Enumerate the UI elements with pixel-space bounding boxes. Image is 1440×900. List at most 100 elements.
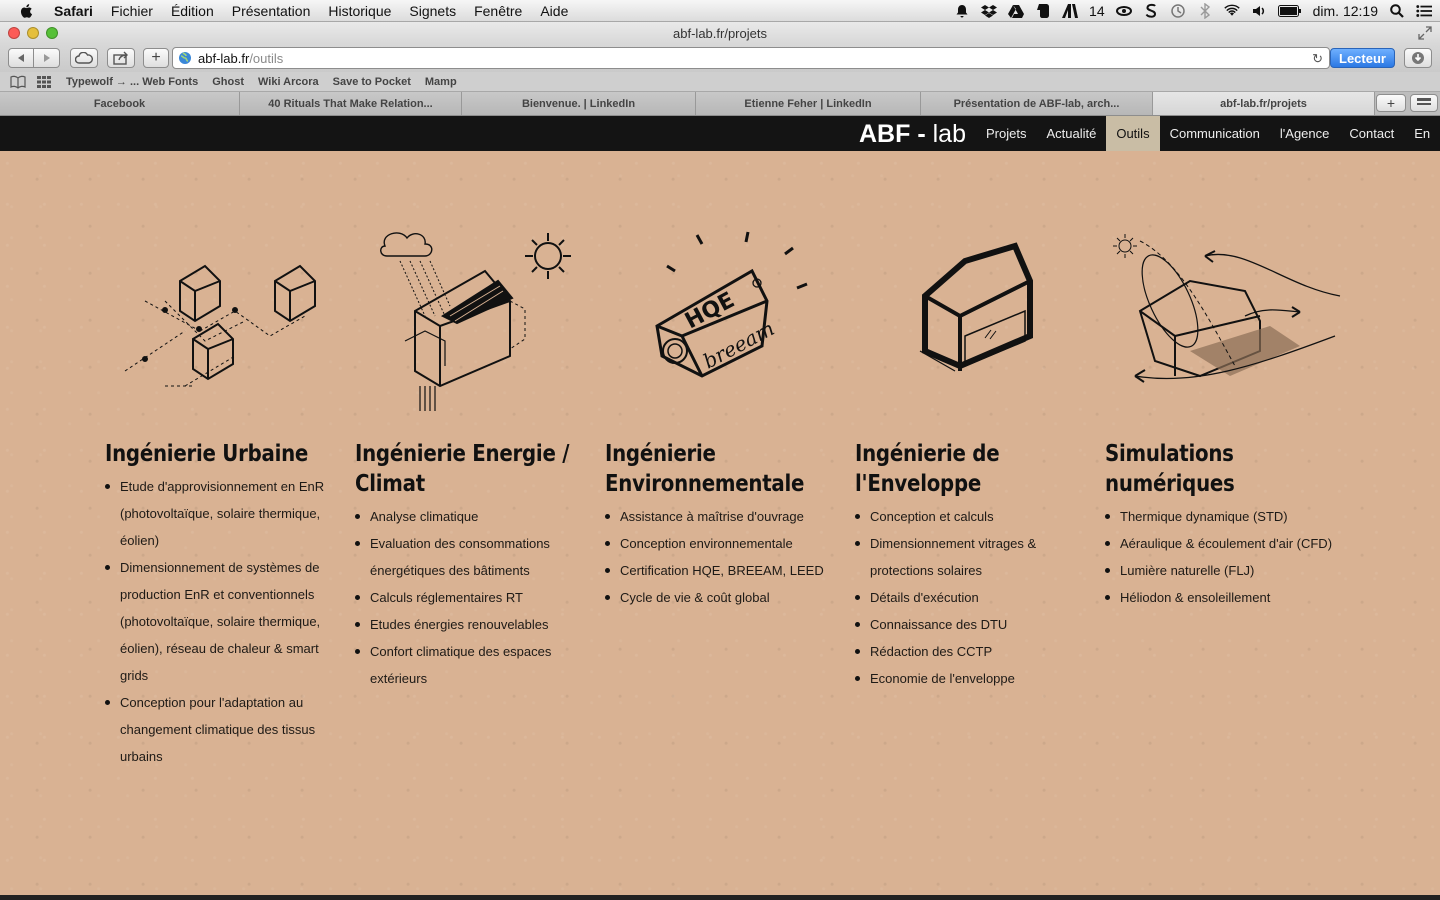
window-bottom-edge — [0, 895, 1440, 900]
nav-projets[interactable]: Projets — [976, 116, 1036, 151]
list-item: Calculs réglementaires RT — [355, 584, 595, 611]
time-machine-icon[interactable] — [1170, 3, 1186, 19]
list-item: Détails d'exécution — [855, 584, 1095, 611]
bluetooth-icon[interactable] — [1197, 3, 1213, 19]
list-item: Evaluation des consommations énergétique… — [355, 530, 595, 584]
menu-presentation[interactable]: Présentation — [232, 3, 311, 19]
add-tab-button[interactable]: + — [1376, 94, 1406, 112]
bookmark-typewolf[interactable]: Typewolf → ... Web Fonts — [66, 76, 198, 88]
menubar-clock[interactable]: dim. 12:19 — [1313, 3, 1378, 19]
back-forward-group — [8, 48, 60, 68]
new-tab-button[interactable]: + — [143, 48, 169, 68]
window-controls — [8, 27, 58, 39]
list-item: Analyse climatique — [355, 503, 595, 530]
bookmark-wiki-arcora[interactable]: Wiki Arcora — [258, 76, 319, 88]
battery-icon[interactable] — [1277, 3, 1302, 19]
tab-facebook[interactable]: Facebook — [0, 92, 240, 115]
menu-fenetre[interactable]: Fenêtre — [474, 3, 522, 19]
list-item: Conception environnementale — [605, 530, 845, 557]
reader-button[interactable]: Lecteur — [1330, 48, 1395, 68]
column-title: Ingénierie Energie / Climat — [355, 441, 570, 497]
tab-40-rituals[interactable]: 40 Rituals That Make Relation... — [240, 92, 462, 115]
minimize-window-button[interactable] — [27, 27, 39, 39]
bookmarks-book-icon[interactable] — [10, 75, 26, 89]
forward-button[interactable] — [34, 48, 60, 68]
window-titlebar: abf-lab.fr/projets — [0, 22, 1440, 44]
list-item: Dimensionnement vitrages & protections s… — [855, 530, 1095, 584]
menu-edition[interactable]: Édition — [171, 3, 214, 19]
adobe-updates-icon[interactable] — [1062, 3, 1079, 19]
outils-content: Ingénierie Urbaine Etude d'approvisionne… — [0, 151, 1440, 900]
logo-light-text: lab — [932, 120, 966, 148]
menu-signets[interactable]: Signets — [409, 3, 456, 19]
share-icon — [113, 51, 128, 65]
back-arrow-icon — [18, 54, 24, 62]
nav-outils[interactable]: Outils — [1106, 116, 1160, 151]
download-icon — [1412, 52, 1424, 64]
url-path: /outils — [249, 50, 284, 66]
bookmark-ghost[interactable]: Ghost — [212, 76, 244, 88]
apple-logo-icon[interactable] — [18, 2, 36, 20]
service-list: Conception et calculs Dimensionnement vi… — [855, 503, 1095, 692]
tab-linkedin-bienvenue[interactable]: Bienvenue. | LinkedIn — [462, 92, 696, 115]
tab-linkedin-etienne[interactable]: Etienne Feher | LinkedIn — [696, 92, 921, 115]
bookmark-mamp[interactable]: Mamp — [425, 76, 457, 88]
nav-actualite[interactable]: Actualité — [1036, 116, 1106, 151]
fullscreen-icon[interactable] — [1418, 26, 1432, 40]
address-bar[interactable]: abf-lab.fr/outils ↻ — [172, 47, 1330, 69]
list-item: Assistance à maîtrise d'ouvrage — [605, 503, 845, 530]
menu-aide[interactable]: Aide — [540, 3, 568, 19]
service-list: Analyse climatique Evaluation des consom… — [355, 503, 595, 692]
zoom-window-button[interactable] — [46, 27, 58, 39]
wifi-icon[interactable] — [1223, 3, 1240, 19]
column-title: Ingénierie Urbaine — [105, 441, 309, 467]
menu-historique[interactable]: Historique — [328, 3, 391, 19]
menu-app-name[interactable]: Safari — [54, 3, 93, 19]
plus-icon: + — [1386, 95, 1396, 111]
nav-language-en[interactable]: En — [1404, 116, 1440, 151]
list-item: Rédaction des CCTP — [855, 638, 1095, 665]
list-item: Connaissance des DTU — [855, 611, 1095, 638]
close-window-button[interactable] — [8, 27, 20, 39]
top-sites-grid-icon[interactable] — [36, 75, 52, 89]
bookmark-save-to-pocket[interactable]: Save to Pocket — [333, 76, 411, 88]
dropbox-icon[interactable] — [981, 3, 998, 19]
downloads-button[interactable] — [1404, 48, 1432, 68]
tab-overview-button[interactable] — [1410, 94, 1438, 112]
nav-agence[interactable]: l'Agence — [1270, 116, 1339, 151]
list-item: Thermique dynamique (STD) — [1105, 503, 1345, 530]
list-item: Héliodon & ensoleillement — [1105, 584, 1345, 611]
plus-icon: + — [151, 49, 161, 66]
share-button[interactable] — [107, 48, 135, 68]
macos-menubar: Safari Fichier Édition Présentation Hist… — [0, 0, 1440, 22]
simulation-house-icon — [1113, 234, 1341, 383]
notification-bell-icon[interactable] — [954, 3, 970, 19]
network-activity-icon[interactable] — [1115, 3, 1132, 19]
service-list: Etude d'approvisionnement en EnR (photov… — [105, 473, 345, 770]
notification-center-icon[interactable] — [1416, 3, 1432, 19]
tab-presentation-abf[interactable]: Présentation de ABF-lab, arch... — [921, 92, 1153, 115]
back-button[interactable] — [8, 48, 34, 68]
site-logo[interactable]: ABF - lab — [859, 120, 966, 149]
skype-s-icon[interactable] — [1143, 3, 1159, 19]
site-nav-links: Projets Actualité Outils Communication l… — [976, 116, 1440, 151]
google-drive-icon[interactable] — [1008, 3, 1025, 19]
list-item: Dimensionnement de systèmes de productio… — [105, 554, 345, 689]
list-item: Conception et calculs — [855, 503, 1095, 530]
service-list: Thermique dynamique (STD) Aéraulique & é… — [1105, 503, 1345, 611]
reload-icon[interactable]: ↻ — [1312, 51, 1323, 67]
menu-fichier[interactable]: Fichier — [111, 3, 153, 19]
tabs-list-icon — [1417, 98, 1431, 105]
list-item: Economie de l'enveloppe — [855, 665, 1095, 692]
spotlight-search-icon[interactable] — [1389, 3, 1405, 19]
icloud-tabs-button[interactable] — [70, 48, 98, 68]
tab-abf-lab-active[interactable]: abf-lab.fr/projets — [1153, 92, 1375, 115]
volume-icon[interactable] — [1251, 3, 1267, 19]
list-item: Certification HQE, BREEAM, LEED — [605, 557, 845, 584]
evernote-icon[interactable] — [1035, 3, 1051, 19]
list-item: Conception pour l'adaptation au changeme… — [105, 689, 345, 770]
menubar-status-area: 14 dim. 12:19 — [954, 0, 1432, 22]
list-item: Aéraulique & écoulement d'air (CFD) — [1105, 530, 1345, 557]
nav-contact[interactable]: Contact — [1339, 116, 1404, 151]
nav-communication[interactable]: Communication — [1160, 116, 1270, 151]
